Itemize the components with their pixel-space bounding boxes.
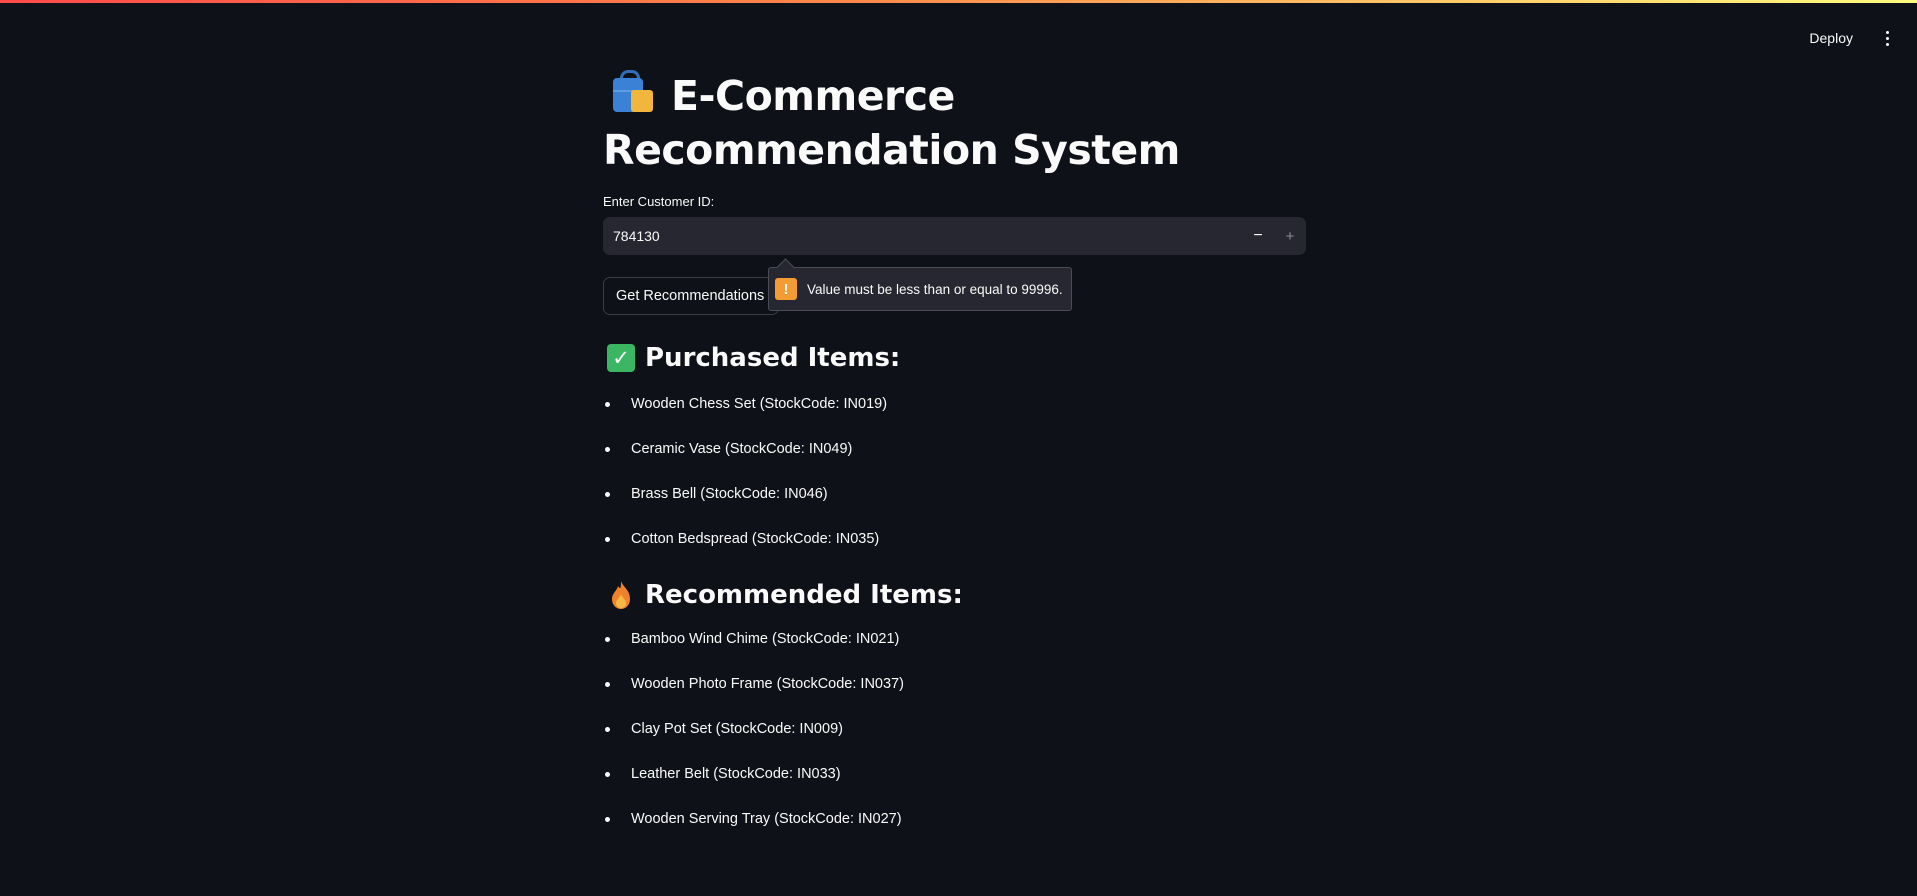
warning-icon: ! <box>775 278 797 300</box>
recommended-heading: Recommended Items: <box>603 577 1306 613</box>
main-content: E-Commerce Recommendation System Enter C… <box>603 68 1306 827</box>
increment-button[interactable]: + <box>1274 217 1306 255</box>
list-item: Brass Bell (StockCode: IN046) <box>603 472 1306 517</box>
list-item: Bamboo Wind Chime (StockCode: IN021) <box>603 617 1306 662</box>
list-item: Cotton Bedspread (StockCode: IN035) <box>603 517 1306 562</box>
customer-id-field[interactable]: 784130 <box>603 228 1242 244</box>
recommended-list: Bamboo Wind Chime (StockCode: IN021) Woo… <box>603 617 1306 842</box>
validation-message: Value must be less than or equal to 9999… <box>807 281 1063 297</box>
recommended-section: Recommended Items: Bamboo Wind Chime (St… <box>603 577 1306 842</box>
list-item: Leather Belt (StockCode: IN033) <box>603 752 1306 797</box>
list-item: Wooden Chess Set (StockCode: IN019) <box>603 382 1306 427</box>
kebab-menu-icon[interactable] <box>1877 27 1897 49</box>
customer-id-block: Enter Customer ID: 784130 − + <box>603 194 1306 255</box>
decrement-button[interactable]: − <box>1242 217 1274 255</box>
customer-id-label: Enter Customer ID: <box>603 194 715 209</box>
customer-id-number-input[interactable]: 784130 − + <box>603 217 1306 255</box>
fire-icon <box>607 580 635 610</box>
purchased-section: ✓ Purchased Items: Wooden Chess Set (Sto… <box>603 340 1306 562</box>
list-item: Wooden Serving Tray (StockCode: IN027) <box>603 797 1306 842</box>
header-toolbar: Deploy <box>1803 26 1897 50</box>
recommended-heading-text: Recommended Items: <box>645 580 963 610</box>
page-title: E-Commerce Recommendation System <box>603 68 1306 177</box>
purchased-list: Wooden Chess Set (StockCode: IN019) Cera… <box>603 382 1306 562</box>
list-item: Ceramic Vase (StockCode: IN049) <box>603 427 1306 472</box>
shopping-bags-icon <box>609 68 659 114</box>
top-decoration-stripe <box>0 0 1917 3</box>
list-item: Clay Pot Set (StockCode: IN009) <box>603 707 1306 752</box>
purchased-heading: ✓ Purchased Items: <box>603 340 1306 376</box>
get-recommendations-button[interactable]: Get Recommendations <box>603 277 779 315</box>
page-title-text: E-Commerce Recommendation System <box>603 72 1180 174</box>
list-item: Wooden Photo Frame (StockCode: IN037) <box>603 662 1306 707</box>
validation-tooltip: ! Value must be less than or equal to 99… <box>768 267 1072 311</box>
purchased-heading-text: Purchased Items: <box>645 343 901 373</box>
check-mark-icon: ✓ <box>607 344 635 372</box>
deploy-button[interactable]: Deploy <box>1803 26 1859 50</box>
